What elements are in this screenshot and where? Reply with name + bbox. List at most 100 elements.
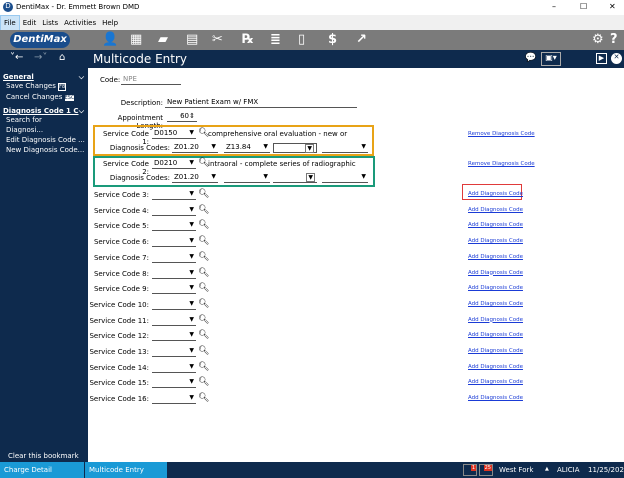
- add-diagnosis-code-link[interactable]: Add Diagnosis Code: [468, 301, 523, 307]
- date: 11/25/2024: [588, 466, 624, 474]
- diagnosis-code-dropdown[interactable]: ▼: [322, 143, 368, 153]
- diagnosis-code-dropdown[interactable]: ▼: [322, 173, 368, 183]
- cancel-changes[interactable]: Cancel Changes ESC: [0, 92, 88, 103]
- diagnosis-code-dropdown[interactable]: Z01.20 ▼: [172, 143, 218, 153]
- add-diagnosis-code-link[interactable]: Add Diagnosis Code: [468, 254, 523, 260]
- back-icon[interactable]: ˅←: [10, 52, 23, 63]
- search-icon[interactable]: 🔍︎: [198, 299, 209, 309]
- menu-file[interactable]: File: [0, 15, 20, 31]
- code-field[interactable]: NPE: [121, 75, 181, 85]
- search-icon[interactable]: 🔍︎: [198, 205, 209, 215]
- search-icon[interactable]: 🔍︎: [198, 362, 209, 372]
- location[interactable]: West Fork: [499, 466, 533, 474]
- add-diagnosis-code-link[interactable]: Add Diagnosis Code: [468, 191, 523, 197]
- print-icon[interactable]: ▣▾: [541, 52, 561, 66]
- diagnosis-code-dropdown[interactable]: ▼: [273, 173, 317, 183]
- user[interactable]: ALICIA: [557, 466, 580, 474]
- add-diagnosis-code-link[interactable]: Add Diagnosis Code: [468, 317, 523, 323]
- tab-charge-detail[interactable]: Charge Detail: [0, 462, 85, 478]
- search-icon[interactable]: 🔍︎: [198, 393, 209, 403]
- service-code-dropdown[interactable]: D0150 ▼: [152, 129, 196, 139]
- chat-icon[interactable]: 💬: [525, 53, 536, 63]
- menu-edit[interactable]: Edit: [20, 16, 40, 30]
- add-diagnosis-code-link[interactable]: Add Diagnosis Code: [468, 285, 523, 291]
- tab-multicode-entry[interactable]: Multicode Entry: [85, 462, 168, 478]
- diagnosis-code-dropdown[interactable]: ▼: [224, 173, 270, 183]
- search-icon[interactable]: 🔍︎: [198, 283, 209, 293]
- appointment-length-stepper[interactable]: 60 ⇕: [167, 112, 197, 122]
- play-icon[interactable]: ▶: [596, 53, 607, 64]
- folder-icon[interactable]: ▰: [158, 32, 168, 47]
- rx-icon[interactable]: ℞: [242, 32, 254, 47]
- service-code-label: Service Code 10:: [89, 300, 149, 309]
- maximize-button[interactable]: ☐: [580, 2, 587, 11]
- search-icon[interactable]: 🔍︎: [198, 220, 209, 230]
- add-diagnosis-code-link[interactable]: Add Diagnosis Code: [468, 207, 523, 213]
- service-code-dropdown[interactable]: ▼: [152, 300, 196, 310]
- section-general[interactable]: General ⌵: [0, 73, 88, 81]
- service-code-dropdown[interactable]: ▼: [152, 284, 196, 295]
- search-diagnosis[interactable]: Search for Diagnosi...: [0, 115, 88, 135]
- add-diagnosis-code-link[interactable]: Add Diagnosis Code: [468, 395, 523, 401]
- diagnosis-code-dropdown[interactable]: Z13.84 ▼: [224, 143, 270, 153]
- search-icon[interactable]: 🔍︎: [198, 346, 209, 356]
- service-code-dropdown[interactable]: ▼: [152, 253, 196, 263]
- description-field[interactable]: New Patient Exam w/ FMX: [165, 98, 357, 108]
- edit-diagnosis[interactable]: Edit Diagnosis Code ...: [0, 135, 88, 145]
- service-code-dropdown[interactable]: ▼: [152, 316, 196, 326]
- add-diagnosis-code-link[interactable]: Add Diagnosis Code: [468, 270, 523, 276]
- billing-icon[interactable]: $: [328, 32, 337, 47]
- add-diagnosis-code-link[interactable]: Add Diagnosis Code: [468, 348, 523, 354]
- service-code-dropdown[interactable]: ▼: [152, 394, 196, 405]
- service-code-dropdown[interactable]: ▼: [152, 331, 196, 342]
- settings-icon[interactable]: ⚙: [592, 32, 604, 47]
- add-diagnosis-code-link[interactable]: Add Diagnosis Code: [468, 332, 523, 338]
- add-diagnosis-code-link[interactable]: Add Diagnosis Code: [468, 379, 523, 385]
- service-code-dropdown[interactable]: ▼: [152, 237, 196, 248]
- new-diagnosis[interactable]: New Diagnosis Code...: [0, 145, 88, 155]
- close-page-icon[interactable]: ✕: [611, 53, 622, 64]
- service-code-dropdown[interactable]: D0210 ▼: [152, 159, 196, 169]
- calendar-icon[interactable]: ▦: [130, 32, 142, 47]
- service-code-dropdown[interactable]: ▼: [152, 221, 196, 232]
- close-button[interactable]: ✕: [609, 2, 616, 11]
- add-diagnosis-code-link[interactable]: Add Diagnosis Code: [468, 364, 523, 370]
- service-code-dropdown[interactable]: ▼: [152, 190, 196, 200]
- patient-icon[interactable]: 👤: [102, 32, 118, 47]
- remove-diagnosis-code-link[interactable]: Remove Diagnosis Code: [468, 161, 535, 167]
- clear-bookmark[interactable]: Clear this bookmark: [8, 452, 79, 460]
- service-code-dropdown[interactable]: ▼: [152, 347, 196, 357]
- minimize-button[interactable]: –: [552, 2, 556, 11]
- document-icon[interactable]: ▯: [298, 32, 305, 47]
- search-icon[interactable]: 🔍︎: [198, 236, 209, 246]
- messages-icon[interactable]: 1: [463, 464, 477, 476]
- add-diagnosis-code-link[interactable]: Add Diagnosis Code: [468, 222, 523, 228]
- clipboard-icon[interactable]: ▤: [186, 32, 198, 47]
- search-icon[interactable]: 🔍︎: [198, 268, 209, 278]
- tools-icon[interactable]: ✂: [212, 32, 223, 47]
- search-icon[interactable]: 🔍︎: [198, 377, 209, 387]
- menu-lists[interactable]: Lists: [39, 16, 61, 30]
- search-icon[interactable]: 🔍︎: [198, 189, 209, 199]
- reports-icon[interactable]: ↗: [356, 32, 367, 47]
- section-diagnosis[interactable]: Diagnosis Code 1 C ⌵: [0, 107, 88, 115]
- service-code-dropdown[interactable]: ▼: [152, 206, 196, 216]
- diagnosis-code-dropdown[interactable]: Z01.20 ▼: [172, 173, 218, 183]
- help-icon[interactable]: ?: [610, 32, 618, 47]
- service-code-dropdown[interactable]: ▼: [152, 269, 196, 279]
- home-icon[interactable]: ⌂: [59, 52, 65, 63]
- service-code-dropdown[interactable]: ▼: [152, 363, 196, 373]
- search-icon[interactable]: 🔍︎: [198, 315, 209, 325]
- tasks-icon[interactable]: 25: [479, 464, 493, 476]
- menu-help[interactable]: Help: [99, 16, 121, 30]
- search-icon[interactable]: 🔍︎: [198, 330, 209, 340]
- search-icon[interactable]: 🔍︎: [198, 252, 209, 262]
- ledger-icon[interactable]: ≣: [270, 32, 281, 47]
- save-changes[interactable]: Save Changes F8: [0, 81, 88, 92]
- service-code-dropdown[interactable]: ▼: [152, 378, 196, 389]
- menu-activities[interactable]: Activities: [61, 16, 99, 30]
- add-diagnosis-code-link[interactable]: Add Diagnosis Code: [468, 238, 523, 244]
- remove-diagnosis-code-link[interactable]: Remove Diagnosis Code: [468, 131, 535, 137]
- forward-icon[interactable]: →˅: [34, 52, 47, 63]
- diagnosis-code-dropdown[interactable]: ▼: [273, 143, 317, 153]
